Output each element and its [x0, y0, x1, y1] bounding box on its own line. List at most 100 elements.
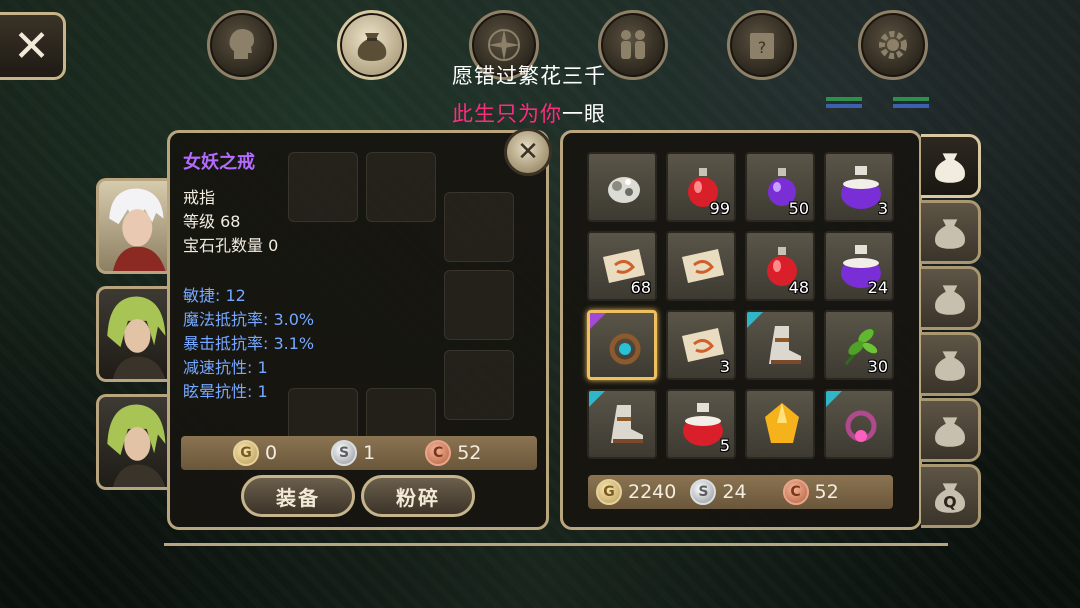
bag-tab[interactable] [921, 398, 981, 462]
banner-line-2: 此生只为你一眼 [452, 98, 606, 128]
item-level: 等级 68 [183, 212, 241, 231]
equip-button[interactable]: 装备 [241, 475, 355, 517]
item-quantity: 48 [788, 278, 809, 297]
inventory-slot[interactable]: 3 [824, 152, 894, 222]
inventory-slot[interactable] [587, 152, 657, 222]
banner-line-1: 愿错过繁花三千 [452, 64, 606, 88]
hud-mp-bar-2 [893, 104, 929, 108]
inventory-slot[interactable]: 5 [666, 389, 736, 459]
bag-tab[interactable] [921, 134, 981, 198]
inventory-slot[interactable] [587, 389, 657, 459]
scroll-icon [682, 249, 724, 283]
bag-icon [934, 351, 965, 381]
bottom-divider [164, 543, 948, 546]
item-price-bar: G 0 S 1 C 52 [181, 436, 537, 470]
item-quantity: 5 [719, 436, 730, 455]
nav-bag-button[interactable] [337, 10, 407, 80]
portrait-hero-white-hair[interactable] [96, 178, 170, 274]
svg-text:?: ? [758, 38, 767, 57]
smash-button[interactable]: 粉碎 [361, 475, 475, 517]
bag-icon [357, 33, 387, 61]
equip-slot-armor[interactable] [444, 270, 514, 340]
close-detail-button[interactable]: ✕ [504, 128, 552, 176]
nav-settings-button[interactable] [858, 10, 928, 80]
gold-coin-icon: G [596, 479, 622, 505]
ring-pink-icon [845, 410, 877, 442]
player-money-bar: G 2240 S 24 C 52 [588, 475, 893, 509]
inventory-slot[interactable] [745, 310, 815, 380]
item-stat-crit-resist: 暴击抵抗率: 3.1% [183, 334, 315, 353]
hud-hp-bar [826, 97, 862, 101]
bag-icon: Q [934, 483, 965, 513]
bag-icon [934, 153, 965, 183]
item-quantity: 24 [867, 278, 888, 297]
item-quantity: 3 [719, 357, 730, 376]
nav-quests-button[interactable]: ? [727, 10, 797, 80]
bag-tab[interactable] [921, 200, 981, 264]
tab-label: Q [943, 493, 956, 512]
portrait-hero-green-hair-2[interactable] [96, 394, 170, 490]
compass-icon [488, 29, 520, 61]
ring-icon [609, 333, 641, 365]
item-quantity: 3 [877, 199, 888, 218]
bag-icon [934, 285, 965, 315]
money-gold: 2240 [628, 481, 677, 503]
bag-tab[interactable]: Q [921, 464, 981, 528]
inventory-slot[interactable] [745, 389, 815, 459]
price-silver: 1 [363, 442, 376, 464]
silver-coin-icon: S [331, 440, 358, 466]
close-icon: ✕ [517, 137, 539, 167]
bag-icon [934, 417, 965, 447]
item-stat-stun-resist: 眩晕抗性: 1 [183, 382, 268, 401]
item-name: 女妖之戒 [183, 152, 255, 173]
inventory-slot[interactable] [587, 310, 657, 380]
copper-coin-icon: C [782, 479, 809, 505]
people-icon [621, 30, 645, 59]
item-type: 戒指 [183, 188, 216, 207]
silver-coin-icon: S [690, 479, 717, 505]
item-stat-magic-resist: 魔法抵抗率: 3.0% [183, 310, 315, 329]
money-copper: 52 [814, 481, 839, 503]
bag-tab[interactable] [921, 266, 981, 330]
inventory-slot[interactable] [824, 389, 894, 459]
inventory-slot[interactable]: 3 [666, 310, 736, 380]
money-silver: 24 [722, 481, 747, 503]
ore-icon [608, 177, 640, 203]
item-stat-slow-resist: 减速抗性: 1 [183, 358, 268, 377]
portrait-hero-green-hair-1[interactable] [96, 286, 170, 382]
hero-portrait-icon [107, 296, 166, 379]
inventory-slot[interactable]: 48 [745, 231, 815, 301]
equip-slot-helmet[interactable] [288, 152, 358, 222]
nav-social-button[interactable] [598, 10, 668, 80]
price-gold: 0 [265, 442, 278, 464]
banner-highlight: 此生只为你 [452, 102, 562, 126]
item-quantity: 68 [630, 278, 651, 297]
banner-tail: 一眼 [562, 102, 606, 126]
inventory-slot[interactable]: 68 [587, 231, 657, 301]
inventory-slot[interactable]: 50 [745, 152, 815, 222]
inventory-slot[interactable] [666, 231, 736, 301]
boot-icon [769, 326, 801, 364]
equip-slot-ring[interactable] [444, 192, 514, 262]
gear-icon [879, 31, 907, 59]
item-gem-slots: 宝石孔数量 0 [183, 236, 279, 255]
item-quantity: 50 [788, 199, 809, 218]
item-quantity: 30 [867, 357, 888, 376]
boot-icon [611, 405, 643, 443]
close-window-button[interactable]: ✕ [0, 12, 66, 80]
equip-slot-necklace[interactable] [366, 152, 436, 222]
hero-portrait-icon [107, 404, 166, 487]
bag-icon [934, 219, 965, 249]
close-icon: ✕ [13, 20, 50, 72]
equip-slot-shield[interactable] [444, 350, 514, 420]
item-stat-agility: 敏捷: 12 [183, 286, 246, 305]
inventory-slot[interactable]: 99 [666, 152, 736, 222]
copper-coin-icon: C [425, 440, 452, 466]
hud-hp-bar-2 [893, 97, 929, 101]
nav-character-button[interactable] [207, 10, 277, 80]
inventory-slot[interactable]: 24 [824, 231, 894, 301]
item-quantity: 99 [709, 199, 730, 218]
bag-tab[interactable] [921, 332, 981, 396]
head-icon [229, 29, 254, 59]
inventory-slot[interactable]: 30 [824, 310, 894, 380]
